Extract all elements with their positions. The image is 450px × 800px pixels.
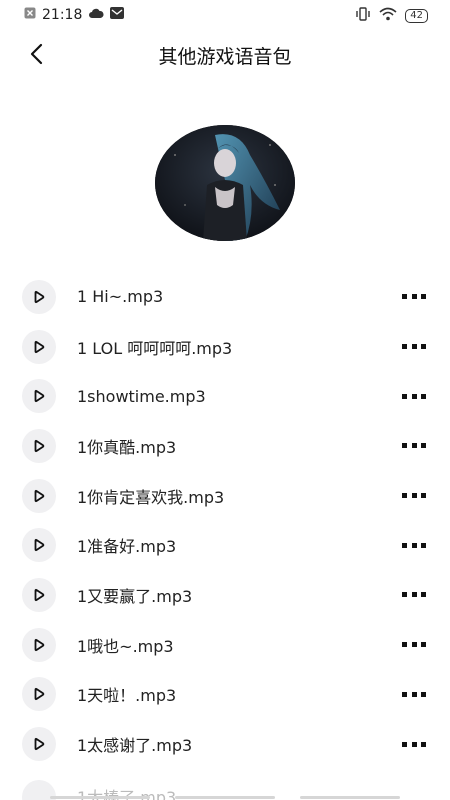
play-icon: [34, 737, 45, 751]
header: 其他游戏语音包: [0, 32, 450, 76]
status-left: 21:18: [24, 7, 125, 23]
play-icon: [34, 688, 45, 701]
vibrate-icon: [355, 6, 371, 25]
voice-file-list: 1 Hi~.mp3 1 LOL 呵呵呵呵.mp3 1showtime.mp3 1…: [0, 272, 450, 769]
more-options-button[interactable]: [402, 442, 426, 450]
more-options-button[interactable]: [402, 740, 426, 748]
more-options-button[interactable]: [402, 392, 426, 400]
list-item[interactable]: 1太感谢了.mp3: [0, 719, 450, 769]
avatar: [155, 125, 295, 241]
play-button[interactable]: [22, 528, 56, 563]
scroll-indicator: [50, 796, 400, 800]
play-icon: [34, 439, 45, 452]
play-button[interactable]: [22, 379, 56, 414]
file-name: 1 Hi~.mp3: [77, 287, 164, 307]
play-icon: [34, 638, 45, 651]
file-name: 1太感谢了.mp3: [77, 736, 193, 756]
battery-icon: 42: [405, 8, 428, 23]
play-button[interactable]: [22, 478, 56, 513]
list-item[interactable]: 1又要赢了.mp3: [0, 570, 450, 620]
list-item[interactable]: 1 LOL 呵呵呵呵.mp3: [0, 322, 450, 372]
list-item[interactable]: 1你肯定喜欢我.mp3: [0, 471, 450, 521]
list-item[interactable]: 1 Hi~.mp3: [0, 272, 450, 322]
file-name: 1showtime.mp3: [77, 386, 206, 406]
play-icon: [34, 290, 45, 303]
play-icon: [34, 539, 45, 552]
file-name: 1你肯定喜欢我.mp3: [77, 487, 225, 507]
list-item[interactable]: 1准备好.mp3: [0, 520, 450, 570]
file-name: 1又要赢了.mp3: [77, 586, 193, 606]
play-button[interactable]: [22, 727, 56, 762]
status-right: 42: [355, 6, 428, 25]
page-title: 其他游戏语音包: [158, 46, 292, 68]
play-button[interactable]: [22, 428, 56, 463]
more-options-button[interactable]: [402, 293, 426, 301]
status-bar: 21:18 42: [0, 0, 450, 30]
wifi-icon: [379, 6, 397, 25]
list-item[interactable]: 1天啦！.mp3: [0, 670, 450, 720]
close-notification-icon: [24, 7, 36, 23]
play-icon: [34, 390, 45, 403]
mail-icon: [110, 7, 125, 23]
list-item[interactable]: 1哦也~.mp3: [0, 620, 450, 670]
play-button[interactable]: [22, 677, 56, 712]
play-button[interactable]: [22, 329, 56, 364]
file-name: 1你真酷.mp3: [77, 437, 177, 457]
file-name: 1哦也~.mp3: [77, 636, 174, 656]
file-name: 1天啦！.mp3: [77, 686, 177, 706]
play-button[interactable]: [22, 577, 56, 612]
list-item[interactable]: 1showtime.mp3: [0, 371, 450, 421]
more-options-button[interactable]: [402, 541, 426, 549]
cloud-icon: [88, 7, 104, 23]
play-button[interactable]: [22, 279, 56, 314]
file-name: 1 LOL 呵呵呵呵.mp3: [77, 338, 233, 358]
more-options-button[interactable]: [402, 591, 426, 599]
file-name: 1准备好.mp3: [77, 537, 177, 557]
avatar-image: [155, 125, 295, 241]
more-options-button[interactable]: [402, 343, 426, 351]
play-icon: [34, 489, 45, 502]
status-time: 21:18: [42, 7, 83, 23]
list-item[interactable]: 1你真酷.mp3: [0, 421, 450, 471]
play-icon: [34, 588, 45, 602]
play-button[interactable]: [22, 627, 56, 662]
more-options-button[interactable]: [402, 641, 426, 649]
play-icon: [34, 340, 45, 353]
more-options-button[interactable]: [402, 492, 426, 500]
more-options-button[interactable]: [402, 690, 426, 698]
